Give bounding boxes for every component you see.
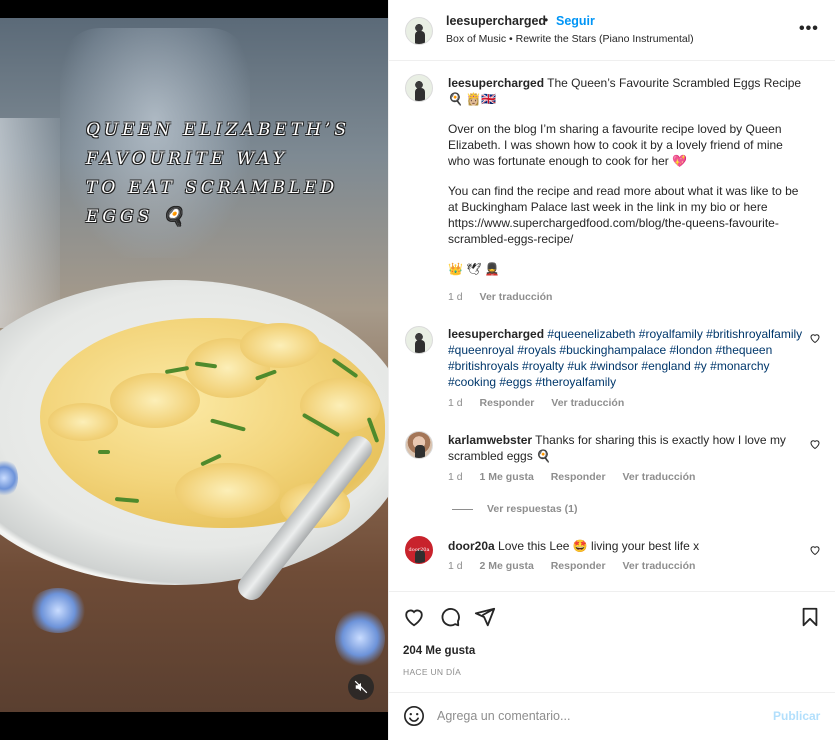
header-separator: • — [544, 13, 549, 27]
heart-outline-icon[interactable] — [809, 332, 821, 344]
add-comment-bar: Publicar — [389, 692, 835, 740]
header-username[interactable]: leesupercharged — [446, 14, 546, 28]
post-side-panel: leesupercharged • Seguir Box of Music • … — [388, 0, 835, 740]
comment-username[interactable]: door20a — [448, 539, 495, 553]
comment-text: door20a Love this Lee 🤩 living your best… — [448, 538, 808, 554]
chive — [98, 450, 110, 454]
caption-text: leesupercharged The Queen’s Favourite Sc… — [448, 75, 808, 277]
comment-body: Love this Lee 🤩 living your best life x — [498, 539, 700, 553]
avatar-logo-text: door20a — [408, 547, 430, 553]
avatar[interactable] — [405, 74, 433, 102]
avatar[interactable]: door20a — [405, 536, 433, 564]
caption-paragraph-1: Over on the blog I’m sharing a favourite… — [448, 122, 783, 168]
speaker-muted-icon — [354, 680, 368, 694]
see-translation-button[interactable]: Ver traducción — [480, 291, 553, 303]
heart-outline-icon[interactable] — [809, 544, 821, 556]
audio-track-link[interactable]: Box of Music • Rewrite the Stars (Piano … — [446, 33, 694, 45]
caption-time[interactable]: 1 d — [448, 291, 463, 303]
comment-time[interactable]: 1 d — [448, 471, 463, 483]
comment-username[interactable]: leesupercharged — [448, 327, 544, 341]
follow-button[interactable]: Seguir — [556, 14, 595, 28]
overlay-line: TO EAT SCRAMBLED — [77, 176, 349, 200]
share-send-icon[interactable] — [474, 606, 496, 628]
publish-button[interactable]: Publicar — [773, 709, 820, 723]
comment-time[interactable]: 1 d — [448, 397, 463, 409]
comment-meta: 1 d Responder Ver traducción — [448, 397, 638, 409]
water-glass-left — [0, 118, 60, 328]
avatar[interactable] — [405, 326, 433, 354]
caption-emojis-end: 👑 🕊 💂 — [448, 262, 500, 276]
blue-flower — [28, 588, 88, 633]
blue-flower — [335, 608, 385, 668]
see-translation-button[interactable]: Ver traducción — [551, 397, 624, 409]
comment-icon[interactable] — [439, 606, 461, 628]
see-translation-button[interactable]: Ver traducción — [622, 560, 695, 572]
avatar[interactable] — [405, 431, 433, 459]
comment-text: karlamwebster Thanks for sharing this is… — [448, 432, 808, 464]
emoji-smiley-icon[interactable] — [403, 705, 425, 727]
mute-button[interactable] — [348, 674, 374, 700]
caption-title: The Queen’s Favourite Scrambled Eggs Rec… — [547, 76, 802, 90]
comment-input[interactable] — [437, 705, 757, 727]
see-translation-button[interactable]: Ver traducción — [622, 471, 695, 483]
post-actions: 204 Me gusta HACE UN DÍA — [389, 591, 835, 686]
comment-username[interactable]: karlamwebster — [448, 433, 532, 447]
save-bookmark-icon[interactable] — [799, 606, 821, 628]
overlay-line: EGGS 🍳 — [77, 205, 199, 229]
caption-emoji-line: 🍳 👸🏼🇬🇧 — [448, 92, 497, 106]
egg-piece — [48, 403, 118, 441]
overlay-line: QUEEN ELIZABETH’S — [77, 118, 361, 142]
reply-button[interactable]: Responder — [551, 560, 606, 572]
caption-username[interactable]: leesupercharged — [448, 76, 544, 90]
egg-piece — [110, 373, 200, 428]
replies-divider — [452, 509, 473, 510]
post-time[interactable]: HACE UN DÍA — [403, 667, 461, 677]
comment-time[interactable]: 1 d — [448, 560, 463, 572]
likes-count[interactable]: 204 Me gusta — [403, 645, 475, 657]
reply-button[interactable]: Responder — [551, 471, 606, 483]
avatar[interactable] — [405, 17, 433, 45]
comment-meta: 1 d 1 Me gusta Responder Ver traducción — [448, 471, 709, 483]
egg-piece — [175, 463, 280, 518]
comment-text: leesupercharged #queenelizabeth #royalfa… — [448, 326, 808, 390]
post-header: leesupercharged • Seguir Box of Music • … — [389, 0, 835, 61]
image-text-overlay: QUEEN ELIZABETH’S FAVOURITE WAY TO EAT S… — [77, 118, 361, 234]
comments-list: leesupercharged The Queen’s Favourite Sc… — [389, 62, 835, 590]
caption-paragraph-2: You can find the recipe and read more ab… — [448, 184, 799, 246]
caption-meta: 1 d Ver traducción — [448, 291, 566, 303]
overlay-line: FAVOURITE WAY — [77, 147, 299, 171]
comment-likes[interactable]: 2 Me gusta — [480, 560, 534, 572]
more-options-button[interactable]: ••• — [799, 20, 819, 38]
comment-meta: 1 d 2 Me gusta Responder Ver traducción — [448, 560, 709, 572]
post-media[interactable]: QUEEN ELIZABETH’S FAVOURITE WAY TO EAT S… — [0, 0, 388, 740]
reply-button[interactable]: Responder — [480, 397, 535, 409]
like-heart-icon[interactable] — [403, 606, 425, 628]
egg-piece — [240, 323, 320, 368]
instagram-post-modal: QUEEN ELIZABETH’S FAVOURITE WAY TO EAT S… — [0, 0, 835, 740]
view-replies-button[interactable]: Ver respuestas (1) — [487, 503, 577, 515]
heart-outline-icon[interactable] — [809, 438, 821, 450]
comment-likes[interactable]: 1 Me gusta — [480, 471, 534, 483]
